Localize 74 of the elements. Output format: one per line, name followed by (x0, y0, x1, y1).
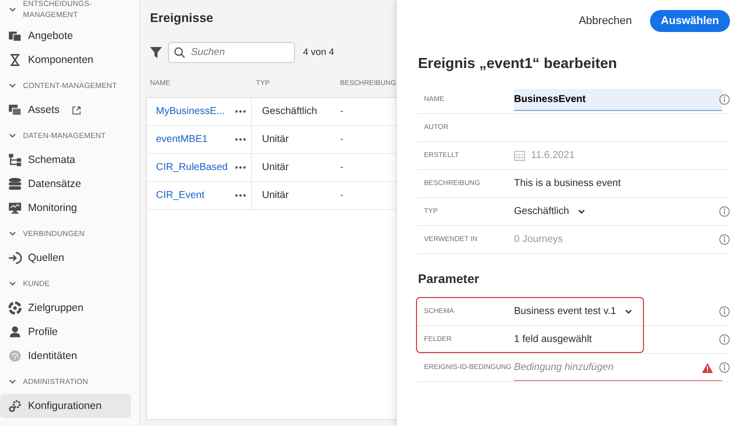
nav-item[interactable]: Komponenten (0, 48, 131, 72)
info-icon[interactable] (719, 234, 730, 245)
images-icon (8, 103, 22, 117)
nav-item[interactable]: Konfigurationen (0, 394, 131, 418)
table-cell-text: - (339, 162, 344, 173)
audience-icon (8, 301, 22, 315)
event-link[interactable]: CIR_RuleBased (147, 162, 235, 173)
info-icon[interactable] (719, 362, 730, 373)
dropdown[interactable]: Geschäftlich (514, 206, 586, 217)
search-icon (174, 46, 185, 58)
nav-item[interactable]: Quellen (0, 246, 131, 270)
table-cell-text: Unitär (261, 134, 290, 145)
cancel-button[interactable]: Abbrechen (578, 15, 632, 27)
more-button[interactable] (235, 126, 252, 153)
chevron-icon[interactable] (8, 80, 17, 90)
dropdown[interactable]: Business event test v.1 (514, 306, 634, 317)
nav-item[interactable]: Identitäten (0, 344, 131, 368)
field-value: 0 Journeys (514, 234, 564, 245)
table-cell-text: - (339, 190, 344, 201)
database-icon (8, 177, 22, 191)
event-link[interactable]: CIR_Event (147, 190, 235, 201)
person-icon (8, 325, 22, 339)
table-cell-text: - (339, 106, 344, 117)
caret-icon[interactable] (577, 207, 586, 216)
calendar-icon (514, 150, 525, 161)
more-icon (235, 138, 246, 141)
date-value: 11.6.2021 (531, 150, 575, 161)
table-cell-text: Unitär (261, 162, 290, 173)
chevron-icon[interactable] (8, 130, 17, 140)
table-cell-text: - (339, 134, 344, 145)
filter-icon[interactable] (150, 46, 162, 58)
chevron-icon[interactable] (8, 4, 17, 14)
external-link-icon[interactable] (72, 106, 81, 114)
event-link[interactable]: MyBusinessE... (147, 106, 235, 117)
more-button[interactable] (235, 154, 252, 181)
nav-item[interactable]: Schemata (0, 148, 131, 172)
select-button[interactable]: Auswählen (650, 10, 730, 32)
search-field[interactable]: Suchen (168, 42, 295, 62)
nav-item[interactable]: Angebote (0, 24, 131, 48)
hourglass-icon (8, 53, 22, 67)
chevron-icon[interactable] (8, 376, 17, 386)
info-icon[interactable] (719, 334, 730, 345)
more-icon (235, 194, 246, 197)
caret-icon[interactable] (624, 307, 634, 316)
panel-title: Ereignisse (149, 10, 214, 27)
nav-item[interactable]: Zielgruppen (0, 296, 131, 320)
name-input[interactable]: BusinessEvent (514, 88, 722, 110)
section-title: Parameter (418, 271, 480, 288)
offers-icon (8, 29, 22, 43)
dialog-title: Ereignis „event1“ bearbeiten (418, 55, 618, 74)
gears-icon (8, 399, 22, 413)
field-value: 1 feld ausgewählt (514, 334, 593, 345)
table-cell-text: Unitär (261, 190, 290, 201)
nav-item[interactable]: Monitoring (0, 196, 131, 220)
nav-item[interactable]: Assets (0, 98, 131, 122)
sign-in-icon (8, 251, 22, 265)
more-icon (235, 110, 246, 113)
fingerprint-icon (8, 349, 22, 363)
table-cell-text: Geschäftlich (261, 106, 318, 117)
field-value: This is a business event (514, 178, 622, 189)
chevron-icon[interactable] (8, 278, 17, 288)
more-icon (235, 166, 246, 169)
more-button[interactable] (235, 98, 252, 125)
nav-item[interactable]: Profile (0, 320, 131, 344)
tree-icon (8, 153, 22, 167)
result-count: 4 von 4 (303, 46, 334, 58)
info-icon[interactable] (719, 306, 730, 317)
more-button[interactable] (235, 182, 252, 209)
info-icon[interactable] (719, 94, 730, 105)
event-link[interactable]: eventMBE1 (147, 134, 235, 145)
monitor-icon (8, 201, 22, 215)
info-icon[interactable] (719, 206, 730, 217)
chevron-icon[interactable] (8, 228, 17, 238)
nav-item[interactable]: Datensätze (0, 172, 131, 196)
